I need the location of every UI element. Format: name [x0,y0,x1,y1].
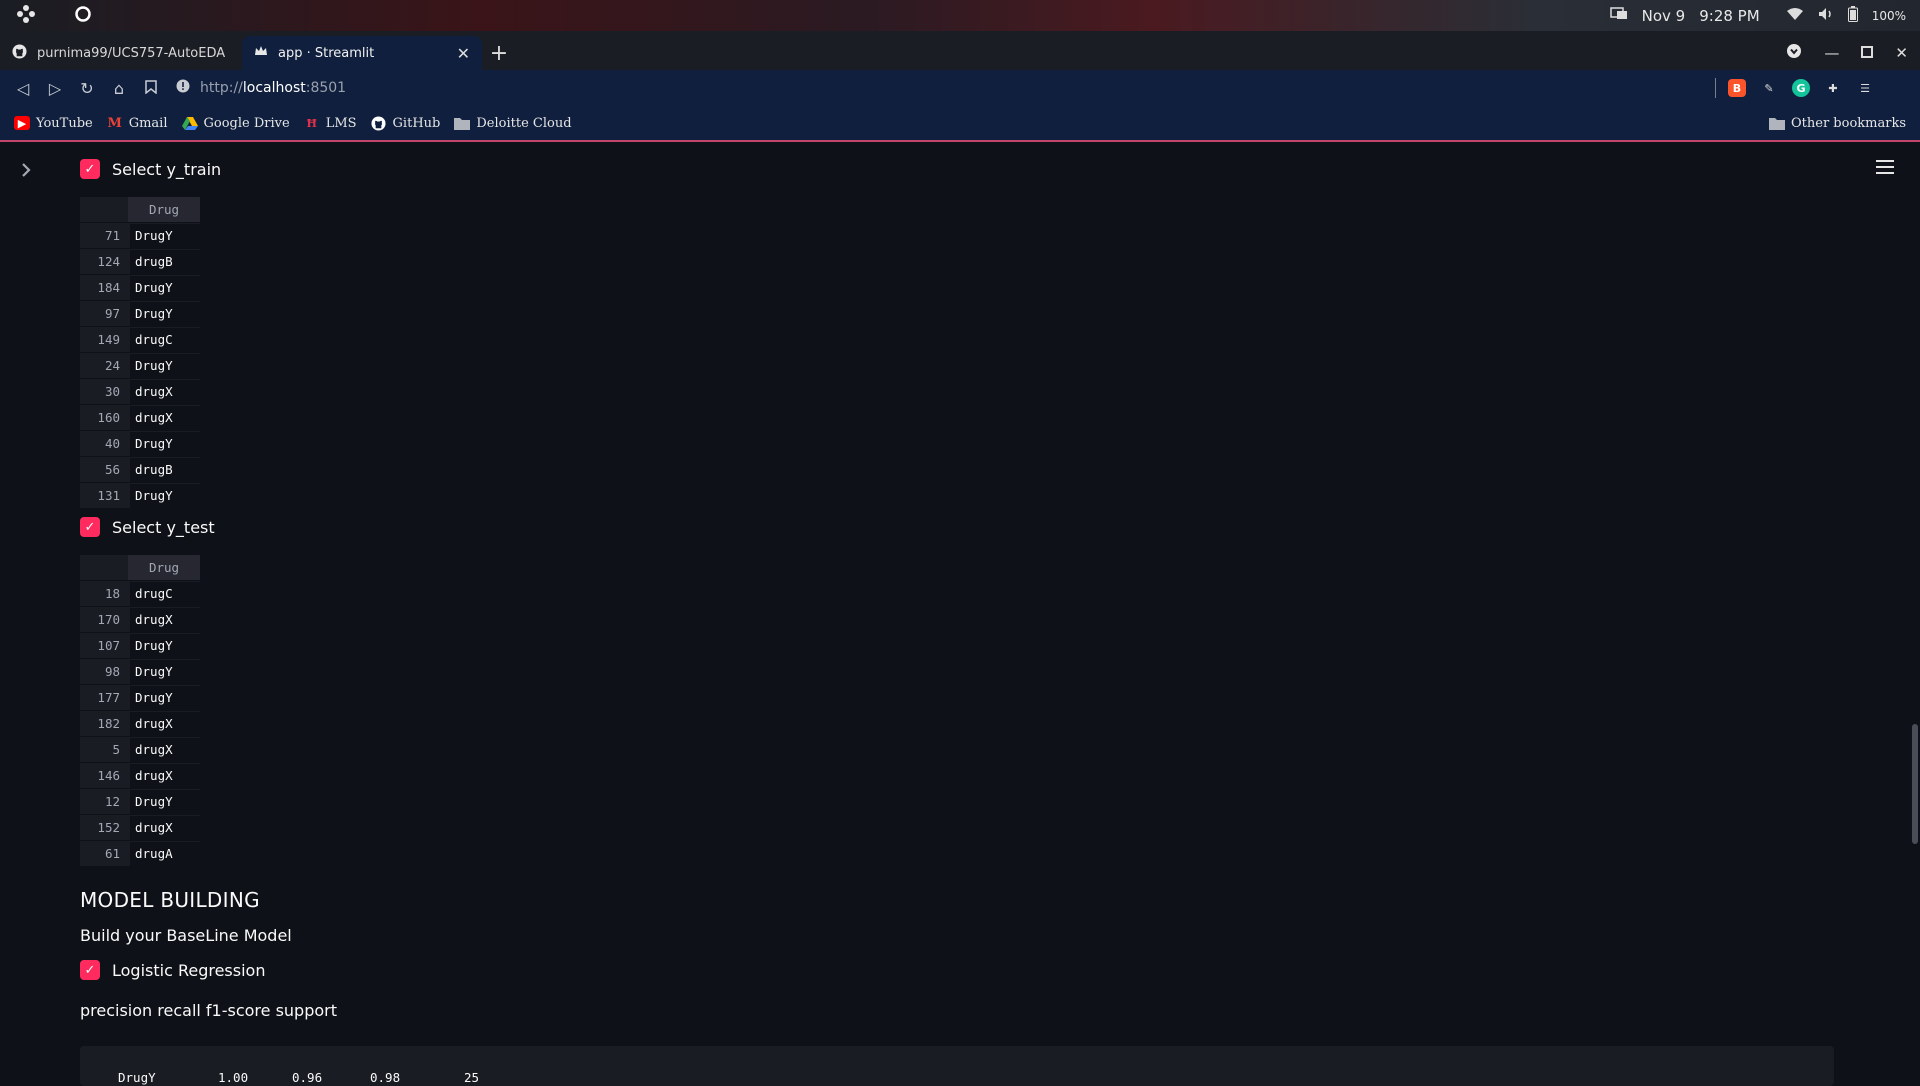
table-row: 71 DrugY [80,222,200,248]
table-row: 177 DrugY [80,684,200,710]
bookmark-youtube[interactable]: ▶ YouTube [14,116,93,131]
table-row: 149 drugC [80,326,200,352]
app-launcher-icon[interactable] [16,4,36,28]
tab-github-repo[interactable]: purnima99/UCS757-AutoEDA [0,36,242,70]
table-row: 18 drugC [80,580,200,606]
workspace-circle-icon[interactable] [74,5,92,27]
volume-icon[interactable] [1818,7,1834,25]
table-row: 107 DrugY [80,632,200,658]
table-row: 97 DrugY [80,300,200,326]
battery-icon[interactable] [1847,5,1858,26]
close-tab-icon[interactable]: ✕ [457,44,470,63]
new-tab-button[interactable]: + [482,36,516,70]
bookmark-google-drive[interactable]: Google Drive [181,116,290,131]
home-icon[interactable]: ⌂ [110,79,128,98]
tab-label: app · Streamlit [278,45,375,61]
browser-tab-bar: purnima99/UCS757-AutoEDA app · Streamlit… [0,31,1920,70]
close-window-icon[interactable]: ✕ [1895,44,1908,62]
table-row: 30 drugX [80,378,200,404]
table-row: 24 DrugY [80,352,200,378]
youtube-icon: ▶ [14,116,30,130]
table-row: 182 drugX [80,710,200,736]
table-row: 98 DrugY [80,658,200,684]
bookmark-gmail[interactable]: M Gmail [107,116,168,131]
folder-icon [1769,116,1785,130]
table-row: 5 drugX [80,736,200,762]
brave-shield-icon[interactable]: B [1728,79,1746,97]
tab-streamlit-app[interactable]: app · Streamlit ✕ [242,36,482,70]
streamlit-app: ✓ Select y_train Drug 71 DrugY 124 drugB 1… [0,142,1920,1086]
minimize-icon[interactable]: — [1824,44,1839,62]
hamburger-menu-icon[interactable] [1876,160,1894,174]
battery-percent: 100% [1871,8,1906,23]
model-building-subtitle: Build your BaseLine Model [80,926,292,945]
table-row: 184 DrugY [80,274,200,300]
github-icon [371,115,387,131]
table-row: 160 drugX [80,404,200,430]
browser-menu-icon[interactable]: ☰ [1856,79,1874,97]
address-bar: ◁ ▷ ↻ ⌂ http://localhost:8501 B ✎ G ✚ ☰ [0,70,1920,106]
table-row: 40 DrugY [80,430,200,456]
page-scrollbar[interactable] [1912,724,1918,844]
y-test-checkbox[interactable]: ✓ Select y_test [80,517,215,537]
url-text: http://localhost:8501 [200,80,347,96]
site-info-icon[interactable] [176,79,190,97]
checkbox-checked-icon[interactable]: ✓ [80,159,100,179]
folder-icon [454,116,471,130]
lms-icon: Ħ [306,116,317,130]
y-train-dataframe[interactable]: Drug 71 DrugY 124 drugB 184 DrugY 97 DrugY 1… [80,197,200,508]
checkbox-checked-icon[interactable]: ✓ [80,517,100,537]
reload-icon[interactable]: ↻ [78,79,96,98]
wifi-icon[interactable] [1786,7,1804,25]
table-row: 170 drugX [80,606,200,632]
classification-report-code: DrugY 1.00 0.96 0.98 25 [80,1046,1834,1086]
y-train-checkbox[interactable]: ✓ Select y_train [80,159,221,179]
streamlit-crown-icon [254,45,268,61]
table-row: 146 drugX [80,762,200,788]
os-date: Nov 9 [1641,6,1686,25]
y-test-dataframe[interactable]: Drug 18 drugC 170 drugX 107 DrugY 98 DrugY 1… [80,555,200,866]
bookmarks-bar: ▶ YouTube M Gmail Google Drive Ħ LMS Git… [0,106,1920,142]
os-time: 9:28 PM [1699,6,1760,25]
checkbox-checked-icon[interactable]: ✓ [80,960,100,980]
table-row: 61 drugA [80,840,200,866]
tab-label: purnima99/UCS757-AutoEDA [37,45,226,61]
drive-icon [181,116,198,130]
model-building-heading: MODEL BUILDING [80,888,260,912]
bookmark-github[interactable]: GitHub [371,115,440,131]
url-field[interactable]: http://localhost:8501 [176,78,1716,98]
gmail-icon: M [107,115,122,131]
table-row: 152 drugX [80,814,200,840]
extension-leaf-icon[interactable]: ✎ [1760,79,1778,97]
display-icon[interactable] [1609,6,1628,25]
report-row: DrugY 1.00 0.96 0.98 25 [118,1070,480,1085]
classification-report-header: precision recall f1-score support [80,1001,338,1020]
github-icon [12,43,27,63]
grammarly-icon[interactable]: G [1792,79,1810,97]
logistic-regression-checkbox[interactable]: ✓ Logistic Regression [80,960,265,980]
other-bookmarks[interactable]: Other bookmarks [1769,116,1906,131]
table-row: 56 drugB [80,456,200,482]
table-row: 12 DrugY [80,788,200,814]
os-top-bar: Nov 9 9:28 PM 100% [0,0,1920,31]
tab-search-icon[interactable] [1786,43,1802,63]
extensions-puzzle-icon[interactable]: ✚ [1824,79,1842,97]
column-header[interactable]: Drug [128,197,200,222]
bookmark-lms[interactable]: Ħ LMS [304,116,356,131]
bookmark-deloitte-cloud[interactable]: Deloitte Cloud [454,116,572,131]
table-row: 131 DrugY [80,482,200,508]
forward-icon[interactable]: ▷ [46,79,64,98]
bookmark-icon[interactable] [142,79,160,98]
back-icon[interactable]: ◁ [14,79,32,98]
column-header[interactable]: Drug [128,555,200,580]
table-row: 124 drugB [80,248,200,274]
sidebar-expand-chevron-icon[interactable] [20,162,32,183]
maximize-icon[interactable] [1861,44,1874,62]
